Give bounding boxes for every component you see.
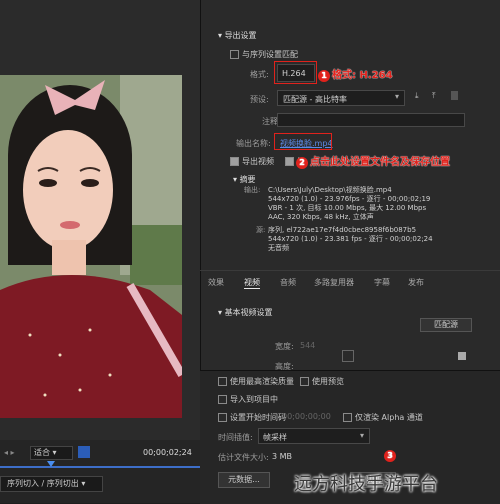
filesize-value: 3 MB	[272, 452, 293, 461]
export-video-checkbox[interactable]: 导出视频	[230, 156, 274, 167]
preset-value: 匹配源 - 高比特率	[283, 95, 347, 104]
checkbox-icon	[218, 377, 227, 386]
interp-value: 帧采样	[263, 433, 287, 442]
basic-video-header[interactable]: ▾ 基本视频设置	[218, 307, 273, 318]
summary-header-label: 摘要	[239, 175, 256, 184]
summary-line: 544x720 (1.0) - 23.381 fps - 逐行 - 00;00;…	[268, 235, 433, 243]
output-name-label: 输出名称:	[236, 139, 271, 148]
output-summary-label: 输出:	[244, 186, 261, 194]
max-render-checkbox[interactable]: 使用最高渲染质量	[218, 376, 294, 387]
summary-line: VBR - 1 次, 目标 10.00 Mbps, 最大 12.00 Mbps	[268, 204, 427, 212]
summary-line: C:\Users\July\Desktop\视频换脸.mp4	[268, 186, 392, 194]
annotation-1-text: 格式: H.264	[332, 70, 393, 81]
tab-effects[interactable]: 效果	[208, 277, 224, 288]
badge-1: 1	[318, 70, 330, 82]
interp-label: 时间插值:	[218, 433, 253, 442]
import-project-checkbox[interactable]: 导入到项目中	[218, 394, 278, 405]
export-video-label: 导出视频	[242, 157, 274, 166]
summary-line: 无音频	[268, 244, 289, 252]
preset-label: 预设:	[250, 95, 269, 104]
start-timecode-value[interactable]: 00;00;00;00	[282, 412, 331, 421]
playback-controls: ◂ ▸ 适合 ▾ 00;00;02;24 序列切入 / 序列切出 ▾	[0, 440, 200, 503]
save-preset-icon[interactable]: ⤓	[415, 91, 419, 101]
checkbox-icon	[285, 157, 294, 166]
source-summary-label: 源:	[256, 226, 266, 234]
link-icon[interactable]	[342, 350, 354, 362]
annotation-1: 1 格式: H.264	[318, 66, 393, 82]
source-summary: 序列, el722ae17e7f4d0cbec8958f6b087b5 544x…	[268, 226, 433, 253]
badge-2: 2	[296, 157, 308, 169]
summary-header[interactable]: ▾ 摘要	[233, 174, 256, 185]
checkbox-icon	[230, 157, 239, 166]
import-project-label: 导入到项目中	[230, 395, 278, 404]
import-preset-icon[interactable]: ⤒	[432, 91, 436, 101]
delete-preset-icon[interactable]	[451, 91, 458, 100]
watermark: 远方科技手游平台	[294, 474, 438, 495]
render-alpha-checkbox[interactable]: 仅渲染 Alpha 通道	[343, 412, 423, 423]
max-render-label: 使用最高渲染质量	[230, 377, 294, 386]
fit-label: 适合	[34, 448, 50, 457]
output-summary: C:\Users\July\Desktop\视频换脸.mp4 544x720 (…	[268, 186, 430, 222]
use-preview-label: 使用预览	[312, 377, 344, 386]
tabs-divider	[200, 270, 500, 271]
tab-audio[interactable]: 音频	[280, 277, 296, 288]
checkbox-icon	[218, 395, 227, 404]
render-alpha-label: 仅渲染 Alpha 通道	[355, 413, 423, 422]
tab-publish[interactable]: 发布	[408, 277, 424, 288]
format-highlight	[274, 61, 317, 84]
use-preview-checkbox[interactable]: 使用预览	[300, 376, 344, 387]
chevron-down-icon: ▾	[360, 431, 365, 440]
summary-line: AAC, 320 Kbps, 48 kHz, 立体声	[268, 213, 374, 221]
annotation-2-text: 点击此处设置文件名及保存位置	[310, 157, 450, 168]
fit-dropdown[interactable]: 适合 ▾	[30, 446, 73, 460]
annotation-3: 3	[384, 450, 398, 462]
checkbox-icon	[343, 413, 352, 422]
width-label: 宽度:	[275, 342, 294, 351]
timecode: 00;00;02;24	[143, 448, 192, 457]
portrait-image	[0, 75, 182, 418]
video-preview-image	[0, 75, 182, 418]
summary-line: 544x720 (1.0) - 23.976fps - 逐行 - 00;00;0…	[268, 195, 431, 203]
chevron-down-icon: ▾	[395, 92, 400, 101]
source-range-dropdown[interactable]: 序列切入 / 序列切出 ▾	[0, 476, 103, 492]
start-timecode-label: 设置开始时间码	[230, 413, 286, 422]
playback-buttons[interactable]: ◂ ▸	[4, 448, 15, 457]
tab-video[interactable]: 视频	[244, 277, 260, 289]
export-header-label: 导出设置	[224, 31, 257, 40]
timeline-bar[interactable]	[0, 466, 200, 468]
playhead-icon[interactable]	[47, 461, 55, 467]
filesize-label: 估计文件大小:	[218, 453, 269, 462]
match-sequence-checkbox[interactable]: 与序列设置匹配	[230, 49, 298, 60]
checkbox-icon	[230, 50, 239, 59]
checkbox-icon	[218, 413, 227, 422]
annotation-2: 2 点击此处设置文件名及保存位置	[296, 153, 450, 169]
checkbox-icon[interactable]	[458, 352, 466, 360]
checkbox-icon	[300, 377, 309, 386]
comment-input[interactable]	[277, 113, 465, 127]
badge-3: 3	[384, 450, 396, 462]
format-label: 格式:	[250, 70, 269, 79]
summary-line: 序列, el722ae17e7f4d0cbec8958f6b087b5	[268, 226, 417, 234]
output-name-highlight	[274, 133, 332, 150]
metadata-button[interactable]: 元数据...	[218, 472, 270, 488]
basic-video-label: 基本视频设置	[224, 308, 273, 317]
export-header[interactable]: ▾ 导出设置	[218, 30, 257, 41]
zoom-icon[interactable]	[78, 446, 90, 458]
match-sequence-label: 与序列设置匹配	[242, 50, 298, 59]
tab-captions[interactable]: 字幕	[374, 277, 390, 288]
start-timecode-checkbox[interactable]: 设置开始时间码	[218, 412, 286, 423]
tab-multiplexer[interactable]: 多路复用器	[314, 277, 354, 288]
width-value[interactable]: 544	[300, 341, 315, 350]
source-range-label: 序列切入 / 序列切出	[7, 479, 79, 488]
match-source-button[interactable]: 匹配源	[420, 318, 472, 332]
